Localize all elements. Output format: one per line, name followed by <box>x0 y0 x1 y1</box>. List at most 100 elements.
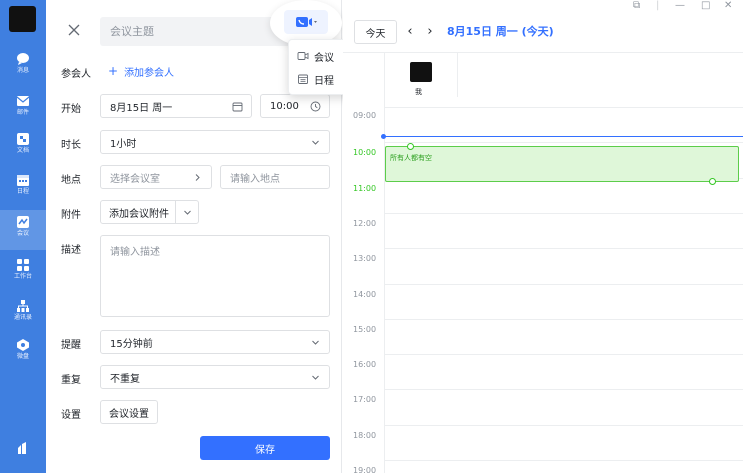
start-date-value: 8月15日 周一 <box>110 102 173 114</box>
location-input[interactable]: 请输入地点 <box>220 165 330 189</box>
sidebar-item-label: 通讯录 <box>13 314 32 321</box>
event-type-button[interactable] <box>284 10 328 34</box>
prev-day-button[interactable]: ‹ <box>403 22 417 40</box>
sidebar-item-label: 消息 <box>16 67 29 74</box>
start-time-value: 10:00 <box>270 100 299 112</box>
menu-item-label: 会议 <box>314 52 334 64</box>
sidebar-item-docs[interactable]: 文档 <box>0 130 46 166</box>
sidebar-item-contacts[interactable]: 通讯录 <box>0 297 46 333</box>
hour-label: 19:00 <box>353 466 377 473</box>
sidebar-item-label: 工作台 <box>13 273 32 280</box>
hour-label: 14:00 <box>353 290 377 299</box>
hour-gridline <box>384 284 743 285</box>
menu-item-label: 日程 <box>314 75 334 87</box>
app-sidebar: 消息 邮件 文档 日程 会议 工作台 通讯录 微盘 <box>0 0 46 473</box>
sidebar-item-label: 微盘 <box>16 353 29 360</box>
description-textarea[interactable]: 请输入描述 <box>100 235 330 317</box>
add-attachment-button[interactable]: 添加会议附件 <box>100 200 199 224</box>
event-text: 所有人都有空 <box>390 154 432 162</box>
chat-icon <box>17 53 29 65</box>
start-time-field[interactable]: 10:00 <box>260 94 330 118</box>
attendee-avatar <box>410 62 432 82</box>
today-button[interactable]: 今天 <box>354 20 397 44</box>
sidebar-item-workbench[interactable]: 工作台 <box>0 256 46 292</box>
chevron-down-icon[interactable] <box>182 207 193 218</box>
plus-icon: + <box>108 64 119 78</box>
start-label: 开始 <box>61 104 81 115</box>
sidebar-item-meeting[interactable]: 会议 <box>0 210 46 250</box>
divider <box>457 52 458 97</box>
calendar-panel: ⧉ | — □ ✕ 今天 ‹ › 8月15日 周一 (今天) 我 09:00 10… <box>343 0 743 473</box>
hour-label: 15:00 <box>353 325 377 334</box>
mail-icon <box>16 96 30 106</box>
hour-label: 10:00 <box>353 148 377 157</box>
add-attachment-label: 添加会议附件 <box>109 208 169 220</box>
reminder-select[interactable]: 15分钟前 <box>100 330 330 354</box>
repeat-select[interactable]: 不重复 <box>100 365 330 389</box>
repeat-value: 不重复 <box>110 373 140 385</box>
sidebar-item-calendar[interactable]: 日程 <box>0 171 46 207</box>
start-date-field[interactable]: 8月15日 周一 <box>100 94 252 118</box>
hour-label: 09:00 <box>353 111 377 120</box>
description-label: 描述 <box>61 245 81 256</box>
next-day-button[interactable]: › <box>423 22 437 40</box>
current-time-dot <box>381 134 386 139</box>
contacts-icon <box>17 300 29 312</box>
close-icon[interactable] <box>66 22 82 38</box>
hour-gridline <box>384 354 743 355</box>
divider <box>384 52 385 473</box>
hour-label: 11:00 <box>353 184 377 193</box>
add-attendee-label: 添加参会人 <box>124 67 175 79</box>
hour-gridline <box>384 142 743 143</box>
attendees-label: 参会人 <box>61 69 91 80</box>
duration-label: 时长 <box>61 140 81 151</box>
reminder-value: 15分钟前 <box>110 338 153 350</box>
meeting-settings-label: 会议设置 <box>109 408 149 420</box>
menu-item-meeting[interactable]: 会议 <box>297 47 334 65</box>
video-camera-icon <box>297 52 309 60</box>
sidebar-item-label: 日程 <box>16 188 29 195</box>
drag-handle-bottom[interactable] <box>709 178 716 185</box>
chevron-down-icon <box>312 375 319 380</box>
location-placeholder: 请输入地点 <box>230 173 280 185</box>
hour-gridline <box>384 107 743 108</box>
hour-label: 12:00 <box>353 219 377 228</box>
reminder-label: 提醒 <box>61 340 81 351</box>
sidebar-item-mail[interactable]: 邮件 <box>0 92 46 128</box>
sidebar-item-messages[interactable]: 消息 <box>0 50 46 86</box>
meeting-settings-button[interactable]: 会议设置 <box>100 400 158 424</box>
clock-icon <box>310 101 321 112</box>
doc-icon <box>17 133 29 145</box>
chevron-right-icon <box>195 174 200 181</box>
menu-item-schedule[interactable]: 日程 <box>297 70 334 88</box>
current-time-line <box>383 136 743 137</box>
duration-select[interactable]: 1小时 <box>100 130 330 154</box>
share-icon[interactable]: ⧉ <box>633 0 640 11</box>
chevron-down-icon <box>312 140 319 145</box>
hour-gridline <box>384 248 743 249</box>
date-title: 8月15日 周一 (今天) <box>447 25 554 38</box>
description-placeholder: 请输入描述 <box>110 247 160 258</box>
attachment-label: 附件 <box>61 210 81 221</box>
user-avatar[interactable] <box>9 6 36 32</box>
room-select[interactable]: 选择会议室 <box>100 165 212 189</box>
drag-handle-top[interactable] <box>407 143 414 150</box>
sidebar-item-label: 文档 <box>16 147 29 154</box>
location-label: 地点 <box>61 175 81 186</box>
chevron-down-icon <box>312 340 319 345</box>
schedule-icon <box>298 74 308 84</box>
video-call-icon <box>296 17 317 27</box>
hour-gridline <box>384 389 743 390</box>
hour-label: 17:00 <box>353 395 377 404</box>
minimize-icon[interactable]: — <box>675 0 685 11</box>
free-time-block[interactable]: 所有人都有空 <box>385 146 739 182</box>
hour-label: 16:00 <box>353 360 377 369</box>
app-logo-icon[interactable] <box>15 440 31 456</box>
sidebar-item-drive[interactable]: 微盘 <box>0 336 46 372</box>
close-window-icon[interactable]: ✕ <box>724 0 732 11</box>
save-button[interactable]: 保存 <box>200 436 330 460</box>
app-window: 消息 邮件 文档 日程 会议 工作台 通讯录 微盘 会议主题 参会人 + 添加参… <box>0 0 743 473</box>
sidebar-item-label: 邮件 <box>16 109 29 116</box>
maximize-icon[interactable]: □ <box>701 0 710 11</box>
hour-gridline <box>384 213 743 214</box>
